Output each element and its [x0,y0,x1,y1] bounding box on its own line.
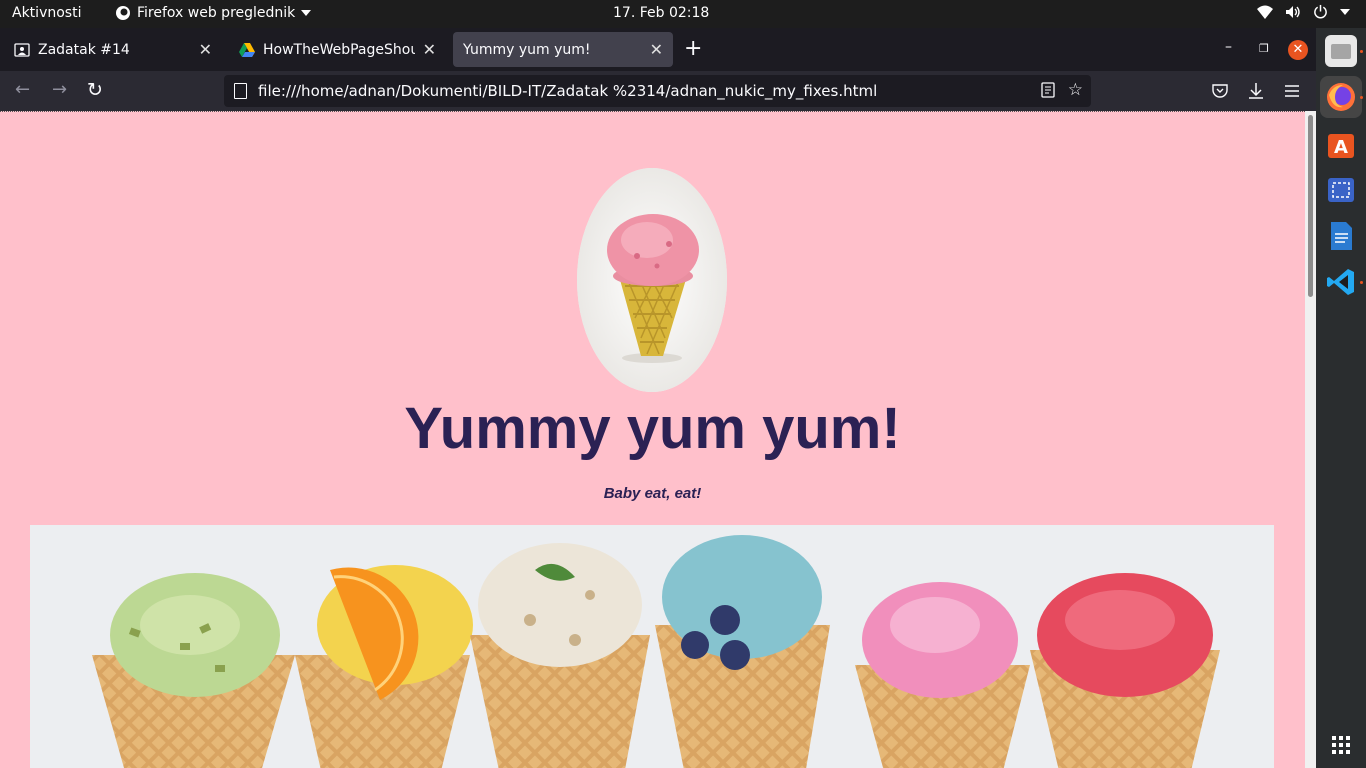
firefox-small-icon [116,6,130,20]
page-scrollbar[interactable] [1305,111,1316,768]
close-tab-icon[interactable]: ✕ [423,40,436,59]
restore-button[interactable]: ❐ [1259,42,1269,55]
tab-howthewebpage[interactable]: HowTheWebPageShouldLook ✕ [229,32,446,67]
wifi-icon [1257,5,1273,19]
app-menu[interactable]: Firefox web preglednik [115,5,312,21]
chevron-down-icon [1340,8,1350,15]
window-close-button[interactable]: ✕ [1288,40,1308,60]
running-indicator [1360,281,1363,284]
tab-yummy[interactable]: Yummy yum yum! ✕ [453,32,673,67]
menu-icon[interactable] [1285,84,1299,98]
svg-text:A: A [1334,137,1348,158]
files-icon[interactable] [1325,35,1357,67]
ubuntu-dock: A [1316,28,1366,768]
ice-cream-cone-image [577,168,727,392]
volume-icon [1286,5,1300,18]
running-indicator [1360,96,1363,99]
page-icon [234,83,247,99]
pocket-icon[interactable] [1212,83,1228,99]
page-title: Yummy yum yum! [404,396,901,461]
system-status-area[interactable] [1257,4,1350,19]
downloads-icon[interactable] [1248,82,1264,100]
bookmark-star-icon[interactable]: ☆ [1068,80,1083,100]
ice-cream-cones-banner-image [30,525,1274,768]
libreoffice-writer-icon[interactable] [1325,220,1357,252]
tab-strip: Zadatak #14 ✕ HowTheWebPageShouldLook ✕ … [0,28,1316,71]
navigation-toolbar: ← → ↻ file:///home/adnan/Dokumenti/BILD-… [0,71,1316,111]
close-tab-icon[interactable]: ✕ [199,40,212,59]
reload-icon[interactable]: ↻ [87,81,103,100]
tab-title: Yummy yum yum! [463,41,591,58]
firefox-icon[interactable] [1325,81,1357,113]
scrollbar-thumb[interactable] [1308,115,1313,297]
app-menu-label: Firefox web preglednik [137,5,296,21]
close-tab-icon[interactable]: ✕ [650,40,663,59]
tab-title: Zadatak #14 [38,41,130,58]
minimize-button[interactable]: – [1225,39,1232,55]
url-text: file:///home/adnan/Dokumenti/BILD-IT/Zad… [258,82,878,100]
back-icon[interactable]: ← [15,81,30,99]
running-indicator [1360,50,1363,53]
chevron-down-icon [301,10,312,16]
gnome-top-bar: Aktivnosti Firefox web preglednik 17. Fe… [0,0,1366,28]
software-center-icon[interactable]: A [1325,128,1357,160]
new-tab-button[interactable]: + [684,38,702,60]
google-drive-icon [239,42,255,57]
page-viewport[interactable]: Yummy yum yum! Baby eat, eat! [0,111,1305,768]
contact-icon [14,42,30,57]
activities-button[interactable]: Aktivnosti [12,5,81,21]
reader-view-icon[interactable] [1041,82,1055,98]
screenshot-icon[interactable] [1325,174,1357,206]
tab-zadatak[interactable]: Zadatak #14 ✕ [4,32,222,67]
page-tagline: Baby eat, eat! [603,485,702,502]
power-icon [1314,4,1327,19]
tab-title: HowTheWebPageShouldLook [263,41,415,58]
forward-icon[interactable]: → [52,81,67,99]
clock[interactable]: 17. Feb 02:18 [613,5,709,21]
app-grid-icon[interactable] [1332,736,1350,754]
url-bar[interactable]: file:///home/adnan/Dokumenti/BILD-IT/Zad… [224,75,1091,107]
vscode-icon[interactable] [1325,266,1357,298]
